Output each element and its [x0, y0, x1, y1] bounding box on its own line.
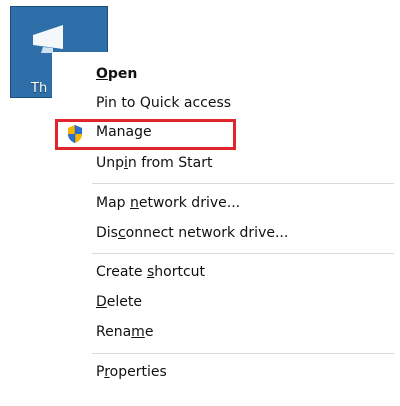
- menu-item-unpin-from-start[interactable]: Unpin from Start: [96, 155, 212, 171]
- menu-item-map-network-drive[interactable]: Map network drive...: [96, 195, 240, 211]
- menu-item-open[interactable]: Open: [96, 66, 137, 82]
- menu-item-properties[interactable]: Properties: [96, 364, 167, 380]
- menu-item-label: Manage: [96, 124, 152, 140]
- menu-separator: [92, 253, 394, 254]
- menu-item-manage[interactable]: Manage: [96, 124, 152, 140]
- screen: Th Open Pin to Quick access Manage Unpin…: [0, 0, 400, 406]
- menu-item-label: Delete: [96, 294, 142, 310]
- menu-separator: [92, 183, 394, 184]
- menu-item-label: Create shortcut: [96, 264, 206, 280]
- menu-item-pin-to-quick-access[interactable]: Pin to Quick access: [96, 95, 231, 111]
- menu-item-label: Unpin from Start: [96, 155, 213, 171]
- menu-item-label: Disconnect network drive...: [96, 225, 289, 241]
- menu-separator: [92, 353, 394, 354]
- menu-item-label: Pin to Quick access: [96, 95, 232, 111]
- menu-item-label: Map network drive...: [96, 195, 241, 211]
- context-menu: Open Pin to Quick access Manage Unpin fr…: [52, 52, 398, 402]
- menu-item-label: Open: [96, 66, 138, 82]
- menu-item-disconnect-network-drive[interactable]: Disconnect network drive...: [96, 225, 288, 241]
- menu-item-label: Rename: [96, 324, 154, 340]
- menu-item-delete[interactable]: Delete: [96, 294, 142, 310]
- menu-item-rename[interactable]: Rename: [96, 324, 153, 340]
- menu-item-label: Properties: [96, 364, 167, 380]
- desktop-icon-label: Th: [31, 81, 48, 96]
- menu-item-create-shortcut[interactable]: Create shortcut: [96, 264, 205, 280]
- uac-shield-icon: [68, 125, 82, 143]
